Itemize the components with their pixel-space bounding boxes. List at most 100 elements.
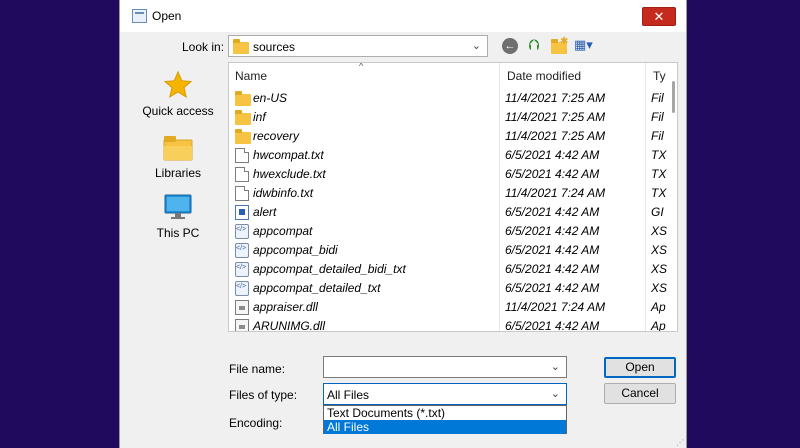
file-date: 6/5/2021 4:42 AM bbox=[505, 205, 600, 219]
resize-grip-icon[interactable]: ⋰ bbox=[676, 438, 684, 447]
files-of-type-value: All Files bbox=[327, 388, 370, 402]
file-row[interactable]: idwbinfo.txt 11/4/2021 7:24 AM TX bbox=[229, 184, 666, 203]
folder-icon bbox=[235, 110, 251, 125]
open-button[interactable]: Open bbox=[604, 357, 676, 378]
place-label: Quick access bbox=[142, 104, 214, 118]
file-type: TX bbox=[651, 186, 667, 200]
chevron-down-icon[interactable]: ⌄ bbox=[551, 387, 560, 400]
file-type: Ap bbox=[651, 300, 666, 314]
file-icon bbox=[235, 186, 249, 201]
file-row[interactable]: alert 6/5/2021 4:42 AM GI bbox=[229, 203, 664, 222]
column-header-date[interactable]: Date modified bbox=[507, 69, 581, 83]
place-quick-access[interactable]: Quick access bbox=[130, 70, 226, 122]
file-row[interactable]: recovery 11/4/2021 7:25 AM Fil bbox=[229, 127, 664, 146]
chevron-down-icon[interactable]: ⌄ bbox=[472, 39, 481, 52]
file-date: 11/4/2021 7:24 AM bbox=[505, 300, 606, 314]
folder-icon bbox=[233, 39, 249, 54]
file-row[interactable]: appcompat_detailed_bidi_txt 6/5/2021 4:42… bbox=[229, 260, 667, 279]
file-row[interactable]: ARUNIMG.dll 6/5/2021 4:42 AM Ap bbox=[229, 317, 666, 332]
file-icon bbox=[235, 167, 249, 182]
new-folder-icon[interactable]: ✱ bbox=[550, 36, 568, 55]
view-menu-icon[interactable]: ▦▾ bbox=[574, 37, 600, 55]
files-of-type-combo[interactable]: All Files ⌄ bbox=[323, 383, 567, 405]
star-icon bbox=[163, 70, 193, 99]
notepad-icon bbox=[132, 9, 147, 23]
file-row[interactable]: appcompat_detailed_txt 6/5/2021 4:42 AM XS bbox=[229, 279, 667, 298]
dll-icon bbox=[235, 319, 249, 331]
type-option-all-files[interactable]: All Files bbox=[324, 420, 566, 434]
place-label: This PC bbox=[156, 226, 200, 240]
file-name: ARUNIMG.dll bbox=[253, 319, 326, 332]
look-in-combo[interactable]: sources ⌄ bbox=[228, 35, 488, 57]
file-date: 11/4/2021 7:25 AM bbox=[505, 91, 606, 105]
file-name: en-US bbox=[253, 91, 288, 105]
file-type: Fil bbox=[651, 110, 664, 124]
file-name-combo[interactable]: ⌄ bbox=[323, 356, 567, 378]
file-date: 6/5/2021 4:42 AM bbox=[505, 281, 600, 295]
file-name: appcompat_detailed_txt bbox=[253, 281, 381, 295]
file-name: idwbinfo.txt bbox=[253, 186, 314, 200]
libraries-icon bbox=[163, 136, 193, 161]
file-row[interactable]: inf 11/4/2021 7:25 AM Fil bbox=[229, 108, 664, 127]
chevron-down-icon[interactable]: ⌄ bbox=[551, 360, 560, 373]
type-option-text-documents[interactable]: Text Documents (*.txt) bbox=[324, 406, 566, 420]
file-type: Ap bbox=[651, 319, 666, 332]
file-type: GI bbox=[651, 205, 664, 219]
file-type: TX bbox=[651, 148, 667, 162]
up-folder-icon[interactable]: ⮉ bbox=[528, 37, 546, 55]
file-date: 11/4/2021 7:25 AM bbox=[505, 129, 606, 143]
file-icon bbox=[235, 148, 249, 163]
file-type: XS bbox=[651, 262, 668, 276]
place-this-pc[interactable]: This PC bbox=[130, 192, 226, 244]
dll-icon bbox=[235, 300, 249, 315]
file-name: recovery bbox=[253, 129, 300, 143]
file-row[interactable]: hwcompat.txt 6/5/2021 4:42 AM TX bbox=[229, 146, 666, 165]
look-in-label: Look in: bbox=[182, 40, 225, 54]
encoding-label: Encoding: bbox=[229, 416, 283, 430]
xsl-icon bbox=[235, 262, 249, 277]
file-type: XS bbox=[651, 224, 668, 238]
file-row[interactable]: hwexclude.txt 6/5/2021 4:42 AM TX bbox=[229, 165, 666, 184]
cancel-button[interactable]: Cancel bbox=[604, 383, 676, 404]
files-of-type-dropdown[interactable]: Text Documents (*.txt) All Files bbox=[323, 405, 567, 434]
file-name: appcompat_detailed_bidi_txt bbox=[253, 262, 406, 276]
file-row[interactable]: appcompat_bidi 6/5/2021 4:42 AM XS bbox=[229, 241, 667, 260]
xsl-icon bbox=[235, 281, 249, 296]
place-libraries[interactable]: Libraries bbox=[130, 132, 226, 184]
file-name: inf bbox=[253, 110, 266, 124]
back-icon[interactable]: ← bbox=[502, 38, 518, 54]
title-bar[interactable]: Open ✕ bbox=[120, 0, 686, 32]
folder-icon bbox=[235, 91, 251, 106]
place-label: Libraries bbox=[154, 166, 202, 180]
file-date: 11/4/2021 7:24 AM bbox=[505, 186, 606, 200]
places-bar: Quick access Libraries This PC bbox=[130, 62, 226, 332]
file-date: 6/5/2021 4:42 AM bbox=[505, 224, 600, 238]
file-list[interactable]: ^ Name Date modified Ty en-US 11/4/2021 7… bbox=[228, 62, 678, 332]
vertical-scrollbar[interactable] bbox=[670, 63, 677, 331]
file-row[interactable]: appraiser.dll 11/4/2021 7:24 AM Ap bbox=[229, 298, 666, 317]
file-date: 6/5/2021 4:42 AM bbox=[505, 262, 600, 276]
sort-ascending-icon: ^ bbox=[359, 62, 364, 71]
window-title: Open bbox=[152, 9, 182, 23]
file-type: Fil bbox=[651, 91, 664, 105]
file-date: 6/5/2021 4:42 AM bbox=[505, 243, 600, 257]
open-dialog: Open ✕ Look in: sources ⌄ ← ⮉ ✱ ▦▾ Quick… bbox=[119, 0, 687, 448]
file-row[interactable]: en-US 11/4/2021 7:25 AM Fil bbox=[229, 89, 664, 108]
close-button[interactable]: ✕ bbox=[642, 7, 676, 26]
file-name: appraiser.dll bbox=[253, 300, 318, 314]
file-type: Fil bbox=[651, 129, 664, 143]
file-name: hwexclude.txt bbox=[253, 167, 326, 181]
monitor-icon bbox=[164, 194, 192, 219]
files-of-type-label: Files of type: bbox=[229, 388, 298, 402]
folder-icon bbox=[235, 129, 251, 144]
file-name: alert bbox=[253, 205, 277, 219]
column-header-name[interactable]: Name bbox=[235, 69, 267, 83]
file-type: XS bbox=[651, 281, 668, 295]
look-in-value: sources bbox=[253, 40, 296, 54]
column-header-type[interactable]: Ty bbox=[653, 69, 666, 83]
file-type: TX bbox=[651, 167, 667, 181]
file-type: XS bbox=[651, 243, 668, 257]
scrollbar-thumb[interactable] bbox=[672, 81, 675, 113]
file-row[interactable]: appcompat 6/5/2021 4:42 AM XS bbox=[229, 222, 667, 241]
xsl-icon bbox=[235, 224, 249, 239]
